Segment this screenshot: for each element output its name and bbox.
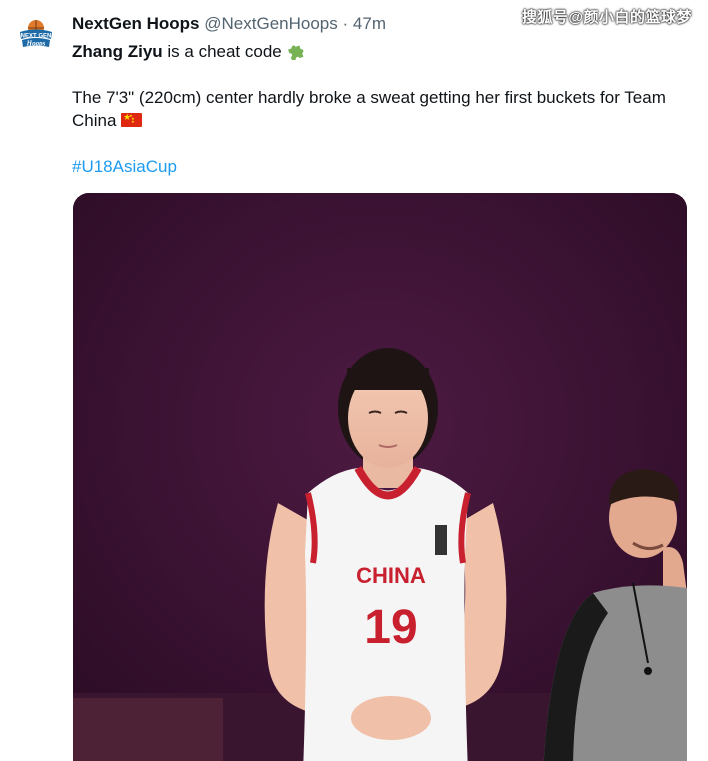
text-line1: is a cheat code: [162, 42, 287, 61]
tweet-media[interactable]: CHINA 19: [73, 193, 687, 761]
tweet[interactable]: NEXT GEN Hoops NextGen Hoops @NextGenHoo…: [0, 0, 708, 761]
separator-dot: ·: [342, 14, 349, 33]
display-name[interactable]: NextGen Hoops: [72, 14, 200, 33]
hashtag-link[interactable]: #U18AsiaCup: [72, 157, 177, 176]
text-line2: The 7'3" (220cm) center hardly broke a s…: [72, 88, 666, 130]
tweet-header: NextGen Hoops @NextGenHoops · 47m: [72, 13, 386, 35]
nextgen-hoops-logo: NEXT GEN Hoops: [15, 15, 57, 57]
china-flag-icon: ★ ★ ★ ★: [121, 113, 143, 127]
avatar[interactable]: NEXT GEN Hoops: [14, 14, 58, 58]
player-name: Zhang Ziyu: [72, 42, 163, 61]
jersey-number-text: 19: [364, 601, 417, 654]
tweet-text: Zhang Ziyu is a cheat code The 7'3" (220…: [72, 40, 692, 178]
puzzle-icon: [288, 45, 304, 60]
user-handle[interactable]: @NextGenHoops: [204, 14, 338, 33]
timestamp[interactable]: 47m: [353, 14, 386, 33]
media-image: CHINA 19: [73, 193, 687, 761]
avatar-logo-line2: Hoops: [26, 40, 46, 48]
watermark: 搜狐号@颜小白的篮球梦: [521, 9, 692, 26]
jersey-team-text: CHINA: [356, 563, 426, 588]
